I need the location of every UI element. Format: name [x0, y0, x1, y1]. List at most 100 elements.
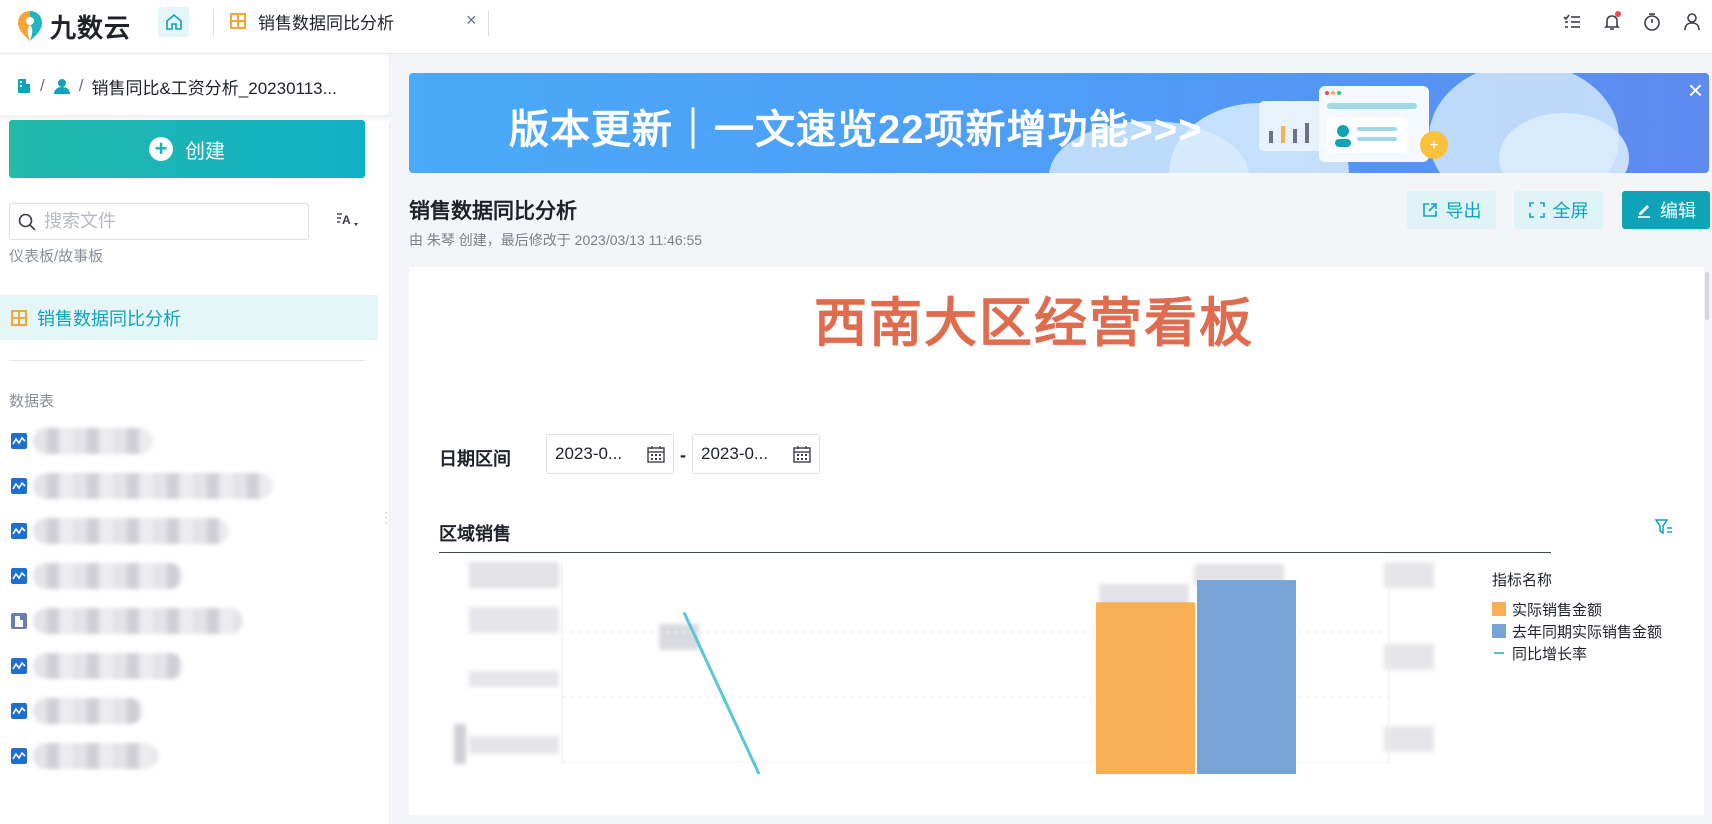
logo-icon [18, 11, 42, 41]
legend-item[interactable]: 去年同期实际销售金额 [1492, 620, 1662, 642]
blurred-item-name [33, 473, 273, 499]
list-item[interactable] [11, 652, 183, 680]
fullscreen-button[interactable]: 全屏 [1514, 191, 1603, 229]
blurred-item-name [33, 608, 243, 634]
section-dashboards-label: 仪表板/故事板 [9, 248, 104, 265]
building-icon[interactable] [16, 78, 32, 94]
breadcrumb-separator: / [40, 76, 45, 95]
dashboard-icon [11, 309, 27, 326]
tab-sales-analysis[interactable]: 销售数据同比分析 × [230, 0, 490, 42]
team-icon[interactable] [53, 78, 71, 94]
sidebar-item-label: 销售数据同比分析 [37, 308, 181, 329]
edit-button[interactable]: 编辑 [1622, 191, 1710, 229]
top-icons [1552, 8, 1712, 36]
list-item[interactable] [11, 607, 243, 635]
plus-icon: + [149, 137, 173, 161]
bars [1096, 580, 1296, 774]
page-title: 销售数据同比分析 [409, 200, 577, 223]
scrollbar-thumb[interactable] [1705, 272, 1709, 320]
date-start-field[interactable]: 2023-0... [546, 434, 674, 474]
svg-text:+: + [1429, 137, 1438, 154]
blurred-item-name [33, 698, 143, 724]
date-end-field[interactable]: 2023-0... [692, 434, 820, 474]
create-label: 创建 [185, 140, 225, 163]
notification-dot [1615, 11, 1621, 17]
dashboard-icon [230, 13, 246, 29]
legend-swatch [1492, 624, 1506, 638]
create-button[interactable]: + 创建 [9, 120, 365, 178]
list-item[interactable] [11, 697, 143, 725]
fullscreen-label: 全屏 [1552, 201, 1589, 221]
chart-legend: 指标名称 实际销售金额 去年同期实际销售金额 同比增长率 [1492, 569, 1662, 664]
chart-table-icon [11, 703, 27, 719]
export-label: 导出 [1445, 201, 1482, 221]
breadcrumb: / / 销售同比&工资分析_20230113... [16, 71, 337, 101]
export-icon [1422, 203, 1437, 217]
list-item[interactable] [11, 517, 229, 545]
close-icon[interactable]: × [1688, 75, 1703, 106]
sidebar-item-sales-analysis[interactable]: 销售数据同比分析 [0, 295, 378, 340]
edit-icon [1638, 205, 1650, 218]
dashboard-illustration-icon: + [1259, 86, 1448, 162]
chart-table-icon [11, 433, 27, 449]
promo-banner[interactable]: + 版本更新｜一文速览22项新增功能>>> × [409, 73, 1709, 173]
region-sales-chart [454, 562, 1434, 775]
list-item[interactable] [11, 472, 273, 500]
calendar-icon[interactable] [647, 445, 665, 463]
chart-table-icon [11, 748, 27, 764]
timer-icon[interactable] [1632, 8, 1672, 36]
top-bar: 九数云 销售数据同比分析 × [0, 0, 1712, 54]
legend-item[interactable]: 同比增长率 [1492, 642, 1662, 664]
legend-item[interactable]: 实际销售金额 [1492, 598, 1662, 620]
bar-0[interactable] [1096, 602, 1195, 774]
list-item[interactable] [11, 562, 183, 590]
sort-label: A [342, 213, 351, 227]
sort-button[interactable]: A [336, 210, 360, 232]
task-list-icon[interactable] [1552, 8, 1592, 36]
chart-table-icon [11, 478, 27, 494]
legend-line [1494, 652, 1504, 654]
notification-bell-icon[interactable] [1592, 8, 1632, 36]
y-axis-left-labels [454, 562, 559, 764]
chart-table-icon [11, 658, 27, 674]
tab-divider [213, 10, 214, 36]
building-table-icon [11, 613, 27, 629]
chart-table-icon [11, 523, 27, 539]
filter-icon[interactable] [1655, 518, 1673, 536]
chart-title-underline [439, 552, 1551, 553]
section-tables-label: 数据表 [9, 393, 55, 410]
blurred-item-name [33, 653, 183, 679]
logo-text: 九数云 [50, 12, 132, 43]
blurred-item-name [33, 563, 183, 589]
export-button[interactable]: 导出 [1407, 191, 1496, 229]
edit-label: 编辑 [1660, 201, 1696, 221]
growth-rate-line[interactable] [682, 611, 761, 775]
list-item[interactable] [11, 427, 153, 455]
home-icon [165, 13, 182, 30]
breadcrumb-folder[interactable]: 销售同比&工资分析_20230113... [91, 74, 336, 99]
home-button[interactable] [158, 7, 189, 37]
blurred-item-name [33, 518, 229, 544]
resize-handle[interactable]: · · · [384, 506, 388, 528]
list-item[interactable] [11, 742, 158, 770]
legend-label: 实际销售金额 [1512, 601, 1603, 619]
legend-label: 去年同期实际销售金额 [1512, 623, 1663, 641]
date-range-dash: - [680, 445, 686, 465]
bar-1[interactable] [1197, 580, 1296, 774]
calendar-icon[interactable] [793, 445, 811, 463]
breadcrumb-separator: / [78, 76, 84, 95]
chart-title: 区域销售 [439, 524, 511, 544]
close-icon[interactable]: × [466, 10, 477, 31]
search-icon [18, 213, 36, 231]
banner-text: 版本更新｜一文速览22项新增功能>>> [509, 108, 1203, 152]
y-axis-right-labels [1384, 562, 1434, 752]
date-start-value: 2023-0... [555, 444, 623, 463]
dashboard-canvas: 西南大区经营看板 日期区间 2023-0... - 2023-0... 区域销售 [409, 267, 1704, 815]
search-input[interactable] [44, 211, 284, 232]
logo[interactable]: 九数云 [16, 6, 131, 46]
search-box[interactable] [9, 203, 309, 240]
chart-table-icon [11, 568, 27, 584]
blurred-item-name [33, 743, 158, 769]
blurred-item-name [33, 428, 153, 454]
user-icon[interactable] [1672, 8, 1712, 36]
